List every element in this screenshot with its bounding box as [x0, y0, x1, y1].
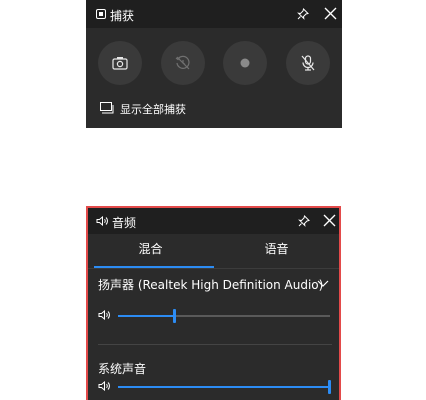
output-device-label: 扬声器 (Realtek High Definition Audio) — [98, 278, 324, 292]
speaker-icon — [96, 216, 109, 226]
system-volume-slider[interactable] — [118, 380, 331, 394]
gallery-icon — [100, 102, 114, 115]
capture-widget-icon — [96, 9, 106, 19]
device-volume-thumb[interactable] — [173, 309, 177, 323]
close-icon[interactable] — [324, 7, 337, 20]
system-volume-fill — [118, 386, 330, 388]
system-volume-thumb[interactable] — [328, 380, 331, 394]
audio-titlebar[interactable]: 音频 — [88, 208, 339, 234]
close-icon[interactable] — [323, 214, 336, 227]
record-last-button[interactable] — [161, 41, 205, 85]
device-volume-fill — [118, 315, 176, 317]
pin-icon[interactable] — [298, 215, 310, 227]
chevron-down-icon[interactable] — [317, 280, 329, 287]
mic-toggle-button[interactable] — [286, 41, 330, 85]
volume-icon[interactable] — [98, 310, 111, 320]
tab-divider — [88, 268, 339, 269]
audio-widget: 音频 混合 语音 扬声器 (Realtek High Definition Au… — [86, 206, 341, 400]
system-sound-label: 系统声音 — [98, 362, 147, 376]
device-volume-slider[interactable] — [118, 309, 330, 323]
capture-title: 捕获 — [110, 9, 135, 23]
section-divider — [98, 344, 332, 345]
pin-icon[interactable] — [297, 8, 309, 20]
capture-widget: 捕获 显示全部捕获 — [86, 0, 342, 128]
tab-mix[interactable]: 混合 — [88, 240, 213, 257]
capture-titlebar[interactable]: 捕获 — [86, 0, 342, 28]
audio-title: 音频 — [112, 216, 137, 230]
record-button[interactable] — [223, 41, 267, 85]
tab-voice[interactable]: 语音 — [214, 240, 339, 257]
screenshot-button[interactable] — [98, 41, 142, 85]
volume-icon[interactable] — [98, 381, 111, 391]
show-all-captures-label: 显示全部捕获 — [120, 103, 186, 116]
